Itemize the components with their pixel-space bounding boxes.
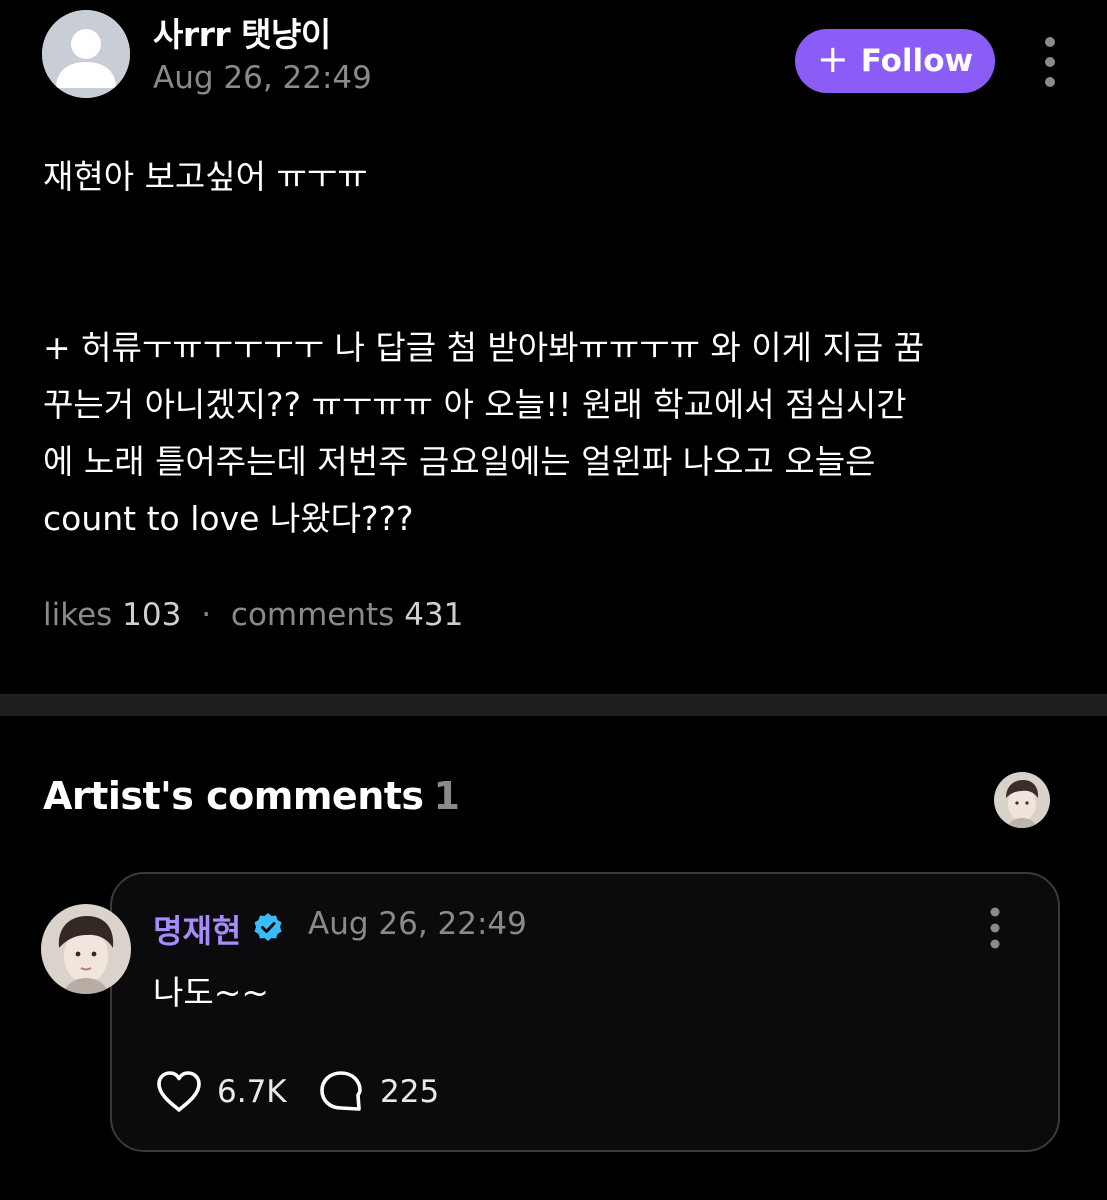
post-stats: likes 103 · comments 431: [43, 597, 463, 633]
comments-label: comments: [230, 597, 395, 633]
speech-bubble-icon: [320, 1071, 362, 1111]
artist-comment-text: 나도~~: [153, 973, 270, 1012]
post-more-icon[interactable]: [1034, 34, 1066, 90]
author-avatar[interactable]: [42, 10, 130, 98]
heart-outline-icon: [157, 1071, 201, 1112]
likes-label: likes: [43, 597, 113, 633]
stats-separator: ·: [201, 597, 212, 633]
artist-comments-title: Artist's comments: [43, 774, 424, 818]
post: 사rrr 탯냥이 Aug 26, 22:49 + Follow 재현아 보고싶어…: [0, 0, 1107, 694]
post-author-name[interactable]: 사rrr 탯냥이: [153, 8, 331, 56]
artist-avatar[interactable]: [41, 904, 131, 994]
post-body: 재현아 보고싶어 ㅠㅜㅠ + 허류ㅜㅠㅜㅜㅜㅜ 나 답글 첨 받아봐ㅠㅠㅜㅠ 와…: [43, 157, 925, 538]
comment-like-button[interactable]: 6.7K: [155, 1066, 287, 1118]
verified-badge-icon: [253, 912, 283, 942]
default-user-icon: [42, 10, 130, 98]
plus-icon: +: [816, 37, 849, 81]
follow-label: Follow: [860, 43, 974, 79]
comments-count[interactable]: 431: [404, 597, 463, 633]
post-timestamp: Aug 26, 22:49: [153, 60, 372, 96]
comment-like-count: 6.7K: [217, 1074, 287, 1110]
artist-comments-heading: Artist's comments 1: [43, 774, 460, 818]
comment-reply-button[interactable]: 225: [318, 1066, 439, 1118]
follow-button[interactable]: + Follow: [795, 29, 995, 93]
artist-thumbnail-avatar[interactable]: [994, 772, 1050, 828]
comment-reply-count: 225: [380, 1074, 440, 1110]
comment-more-icon[interactable]: [980, 906, 1010, 950]
likes-count[interactable]: 103: [122, 597, 181, 633]
artist-comments-count: 1: [433, 774, 460, 818]
artist-comment-author[interactable]: 명재현: [153, 906, 241, 952]
artist-comment-timestamp: Aug 26, 22:49: [308, 906, 527, 942]
section-divider: [0, 694, 1107, 716]
